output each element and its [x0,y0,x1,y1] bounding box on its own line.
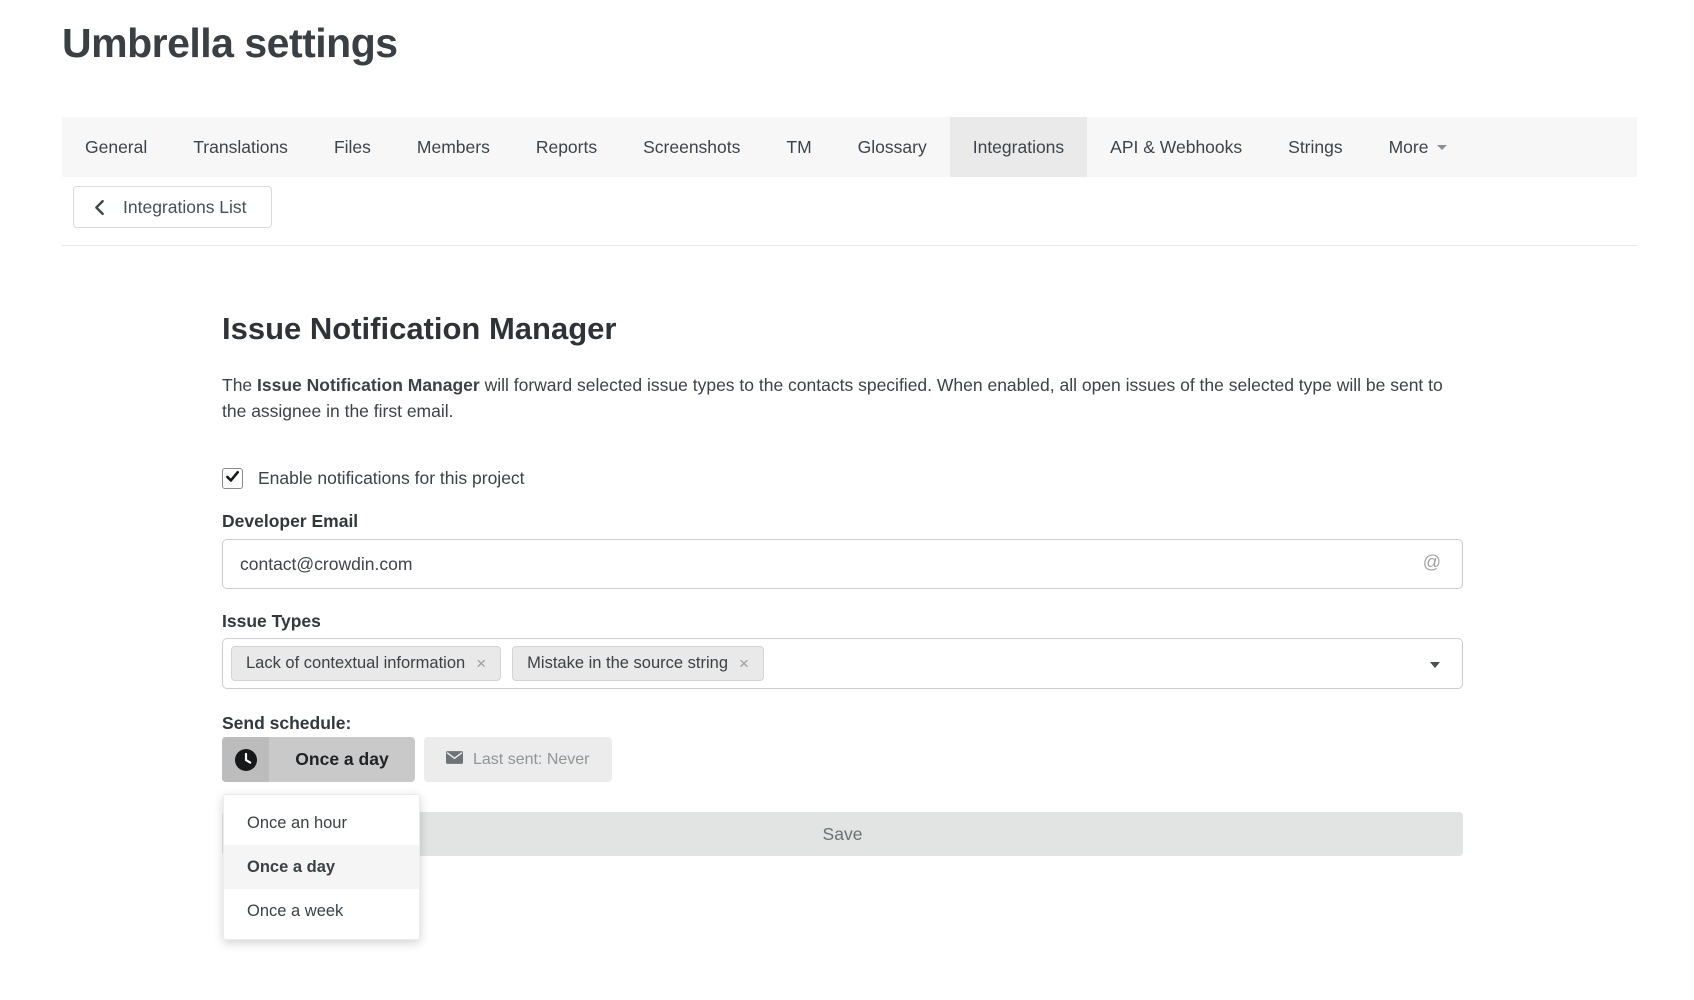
clock-icon [222,737,269,782]
schedule-selected-label: Once a day [269,737,415,782]
integration-title: Issue Notification Manager [222,310,1463,348]
issue-type-tag-label: Mistake in the source string [527,654,728,673]
tab-tm[interactable]: TM [763,117,834,177]
developer-email-label: Developer Email [222,511,1463,532]
page-title: Umbrella settings [62,20,398,67]
issue-type-tag-label: Lack of contextual information [246,654,465,673]
envelope-icon [446,751,463,769]
developer-email-input[interactable] [222,539,1463,589]
integrations-list-back-button[interactable]: Integrations List [73,186,272,228]
issue-types-multiselect[interactable]: Lack of contextual information × Mistake… [222,638,1463,689]
integration-description: The Issue Notification Manager will forw… [222,372,1463,424]
tab-glossary[interactable]: Glossary [835,117,950,177]
schedule-option-once-a-day[interactable]: Once a day [224,845,419,889]
tab-reports[interactable]: Reports [513,117,620,177]
schedule-option-once-an-hour[interactable]: Once an hour [224,801,419,845]
chevron-down-icon[interactable] [1430,662,1440,668]
issue-types-label: Issue Types [222,611,1463,632]
checkmark-icon [225,469,240,489]
last-sent-button[interactable]: Last sent: Never [424,737,612,782]
developer-email-wrap: @ [222,539,1463,589]
send-schedule-row: Once a day Last sent: Never Once an hour… [222,737,1463,782]
back-button-label: Integrations List [123,197,247,218]
integration-settings-panel: Issue Notification Manager The Issue Not… [222,280,1463,856]
enable-notifications-checkbox[interactable] [222,468,243,489]
enable-notifications-row: Enable notifications for this project [222,468,1463,489]
tab-translations[interactable]: Translations [170,117,311,177]
enable-notifications-label: Enable notifications for this project [258,468,525,489]
tab-strings[interactable]: Strings [1265,117,1365,177]
remove-tag-icon[interactable]: × [476,654,486,674]
send-schedule-label: Send schedule: [222,713,1463,734]
issue-type-tag: Mistake in the source string × [512,646,764,681]
at-sign-icon: @ [1423,552,1441,573]
tab-more-label: More [1389,137,1429,158]
description-bold: Issue Notification Manager [257,375,480,395]
tab-general[interactable]: General [62,117,170,177]
chevron-left-icon [92,199,107,216]
issue-type-tag: Lack of contextual information × [231,646,501,681]
schedule-dropdown-button[interactable]: Once a day [222,737,415,782]
tab-members[interactable]: Members [394,117,513,177]
chevron-down-icon [1437,145,1447,150]
tab-api-webhooks[interactable]: API & Webhooks [1087,117,1265,177]
tab-integrations[interactable]: Integrations [950,117,1087,177]
last-sent-label: Last sent: Never [473,751,590,769]
remove-tag-icon[interactable]: × [739,654,749,674]
tab-more[interactable]: More [1366,117,1471,177]
project-tabbar: General Translations Files Members Repor… [62,117,1637,177]
tab-screenshots[interactable]: Screenshots [620,117,763,177]
header-divider [62,245,1637,246]
tab-files[interactable]: Files [311,117,394,177]
schedule-option-once-a-week[interactable]: Once a week [224,889,419,933]
schedule-dropdown-menu: Once an hour Once a day Once a week [223,794,420,940]
